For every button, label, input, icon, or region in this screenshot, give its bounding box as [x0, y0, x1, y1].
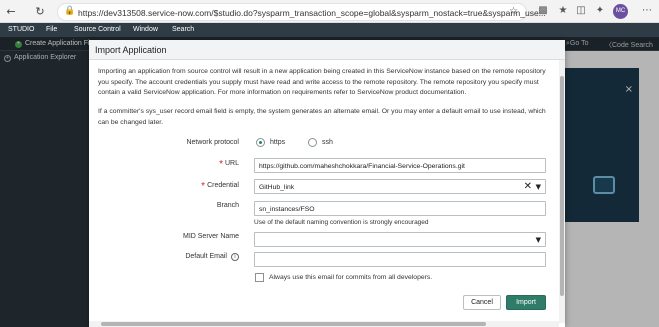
- collections-icon[interactable]: ▩: [536, 4, 550, 18]
- menu-window[interactable]: Window: [133, 26, 158, 33]
- branch-label: Branch: [216, 202, 239, 209]
- chevron-down-icon[interactable]: ▼: [536, 236, 541, 244]
- dialog-title: Import Application: [95, 45, 167, 55]
- radio-ssh[interactable]: [308, 138, 317, 147]
- branch-hint: Use of the default naming convention is …: [254, 219, 429, 226]
- studio-menubar: STUDIO File Source Control Window Search: [0, 23, 659, 37]
- url-value: https://github.com/maheshchokkara/Financ…: [259, 163, 465, 170]
- menu-file[interactable]: File: [46, 26, 57, 33]
- radio-https[interactable]: [256, 138, 265, 147]
- credential-label-text: Credential: [207, 182, 239, 189]
- menu-studio[interactable]: STUDIO: [8, 26, 34, 33]
- always-use-email-label: Always use this email for commits from a…: [269, 274, 433, 281]
- cancel-button[interactable]: Cancel: [463, 295, 501, 310]
- favorites-icon[interactable]: ★: [556, 4, 570, 18]
- url-input[interactable]: https://github.com/maheshchokkara/Financ…: [254, 158, 546, 173]
- info-icon[interactable]: i: [231, 253, 239, 261]
- default-email-label-text: Default Email: [185, 253, 227, 260]
- email-note-text: If a committer's sys_user record email f…: [98, 108, 546, 126]
- vertical-scrollbar[interactable]: [559, 60, 565, 323]
- default-email-input[interactable]: [254, 252, 546, 267]
- required-icon: *: [219, 159, 223, 170]
- url-label: * URL: [89, 159, 239, 170]
- mid-server-label: MID Server Name: [182, 233, 239, 240]
- branch-input[interactable]: sn_instances/FSO: [254, 201, 546, 216]
- profile-avatar[interactable]: MC: [613, 4, 628, 19]
- dialog-header: Import Application: [89, 40, 565, 60]
- menu-search[interactable]: Search: [172, 26, 194, 33]
- required-icon: *: [201, 181, 206, 192]
- bookmark-star-icon[interactable]: ☆: [509, 6, 518, 17]
- back-icon[interactable]: ←: [4, 5, 18, 19]
- credential-value: GitHub_link: [259, 184, 295, 191]
- address-url: https://dev313508.service-now.com/$studi…: [78, 8, 546, 18]
- split-screen-icon[interactable]: ◫: [574, 4, 588, 18]
- default-email-label: Default Email i: [89, 253, 239, 261]
- network-protocol-label: Network protocol: [186, 139, 239, 146]
- url-label-text: URL: [224, 160, 239, 167]
- clear-icon[interactable]: ✕: [524, 181, 532, 192]
- horizontal-scrollbar[interactable]: [89, 321, 559, 327]
- scrollbar-thumb[interactable]: [560, 76, 564, 296]
- import-button[interactable]: Import: [506, 295, 546, 310]
- address-bar[interactable]: 🔒 https://dev313508.service-now.com/$stu…: [57, 3, 546, 21]
- reload-icon[interactable]: ↻: [33, 5, 47, 19]
- mid-server-select[interactable]: ▼: [254, 232, 546, 247]
- more-icon[interactable]: ⋯: [640, 4, 654, 18]
- branch-value: sn_instances/FSO: [259, 206, 315, 213]
- scrollbar-thumb[interactable]: [101, 322, 486, 326]
- extensions-icon[interactable]: ✦: [593, 4, 607, 18]
- browser-toolbar: ← ↻ 🔒 https://dev313508.service-now.com/…: [0, 0, 659, 23]
- import-application-dialog: Import Application Importing an applicat…: [89, 40, 565, 327]
- intro-text: Importing an application from source con…: [98, 68, 546, 96]
- lock-icon: 🔒: [64, 6, 76, 16]
- radio-https-label: https: [270, 139, 286, 146]
- radio-ssh-label: ssh: [322, 139, 333, 146]
- always-use-email-checkbox[interactable]: [255, 273, 264, 282]
- credential-select[interactable]: GitHub_link ✕ ▼: [254, 179, 546, 194]
- credential-label: * Credential: [89, 181, 239, 192]
- chevron-down-icon[interactable]: ▼: [536, 183, 541, 191]
- menu-source-control[interactable]: Source Control: [74, 26, 121, 33]
- dialog-body: Importing an application from source con…: [89, 60, 559, 320]
